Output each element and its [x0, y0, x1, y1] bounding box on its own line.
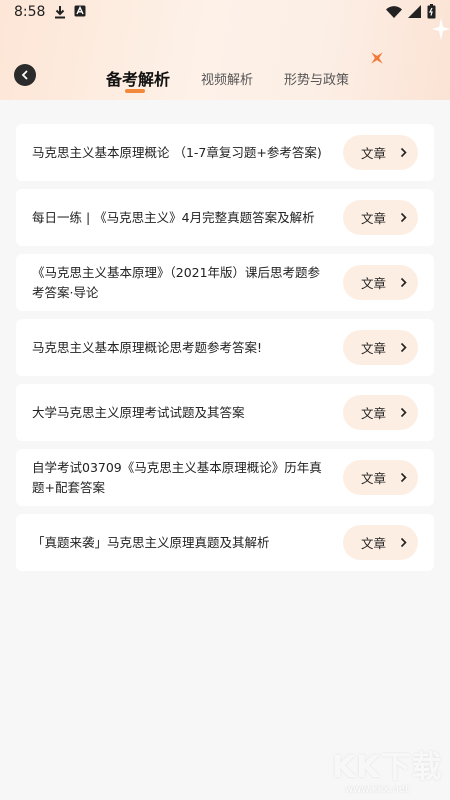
chevron-right-icon [400, 277, 407, 288]
sparkle-icon [371, 52, 383, 64]
article-button-label: 文章 [361, 341, 387, 356]
article-button[interactable]: 文章 [343, 395, 418, 430]
sparkle-icon [432, 18, 450, 40]
article-title: 「真题来袭」马克思主义原理真题及其解析 [32, 534, 270, 550]
article-button-label: 文章 [361, 471, 387, 486]
list-item[interactable]: 马克思主义基本原理概论思考题参考答案! 文章 [16, 319, 434, 376]
article-button[interactable]: 文章 [343, 330, 418, 365]
tab-video-analysis[interactable]: 视频解析 [201, 69, 253, 88]
list-item[interactable]: 自学考试03709《马克思主义基本原理概论》历年真题+配套答案 文章 [16, 449, 434, 506]
article-button[interactable]: 文章 [343, 460, 418, 495]
status-right-icons [386, 4, 436, 19]
list-item[interactable]: 《马克思主义基本原理》（2021年版）课后思考题参考答案·导论 文章 [16, 254, 434, 311]
tab-exam-analysis[interactable]: 备考解析 [106, 66, 170, 90]
article-title: 《马克思主义基本原理》（2021年版）课后思考题参考答案·导论 [32, 264, 321, 300]
status-bar: 8:58 [0, 0, 450, 28]
signal-icon [408, 5, 421, 18]
list-item[interactable]: 马克思主义基本原理概论 （1-7章复习题+参考答案) 文章 [16, 124, 434, 181]
watermark-logo: KK下载 [332, 750, 443, 785]
chevron-right-icon [400, 147, 407, 158]
download-icon [55, 6, 65, 19]
active-tab-indicator [125, 89, 145, 93]
list-item[interactable]: 每日一练 | 《马克思主义》4月完整真题答案及解析 文章 [16, 189, 434, 246]
article-button[interactable]: 文章 [343, 525, 418, 560]
list-item[interactable]: 大学马克思主义原理考试试题及其答案 文章 [16, 384, 434, 441]
tab-situation-policy[interactable]: 形势与政策 [284, 69, 349, 88]
article-button-label: 文章 [361, 211, 387, 226]
article-title: 马克思主义基本原理概论思考题参考答案! [32, 339, 263, 355]
tab-bar: 备考解析 视频解析 形势与政策 [0, 62, 450, 98]
list-item[interactable]: 「真题来袭」马克思主义原理真题及其解析 文章 [16, 514, 434, 571]
article-button-label: 文章 [361, 146, 387, 161]
notification-a-icon [74, 5, 86, 17]
chevron-right-icon [400, 212, 407, 223]
article-button-label: 文章 [361, 406, 387, 421]
article-button[interactable]: 文章 [343, 135, 418, 170]
chevron-right-icon [400, 537, 407, 548]
chevron-right-icon [400, 472, 407, 483]
article-title: 大学马克思主义原理考试试题及其答案 [32, 404, 245, 420]
article-button-label: 文章 [361, 276, 387, 291]
article-title: 马克思主义基本原理概论 （1-7章复习题+参考答案) [32, 144, 322, 160]
article-title: 每日一练 | 《马克思主义》4月完整真题答案及解析 [32, 209, 315, 225]
article-button[interactable]: 文章 [343, 265, 418, 300]
article-button-label: 文章 [361, 536, 387, 551]
watermark-url: www.kkx.net [345, 784, 409, 795]
chevron-right-icon [400, 342, 407, 353]
chevron-right-icon [400, 407, 407, 418]
article-button[interactable]: 文章 [343, 200, 418, 235]
wifi-icon [386, 5, 402, 18]
battery-icon [427, 4, 436, 19]
status-left-icons [54, 5, 86, 19]
status-time: 8:58 [14, 4, 46, 20]
article-title: 自学考试03709《马克思主义基本原理概论》历年真题+配套答案 [32, 459, 322, 495]
